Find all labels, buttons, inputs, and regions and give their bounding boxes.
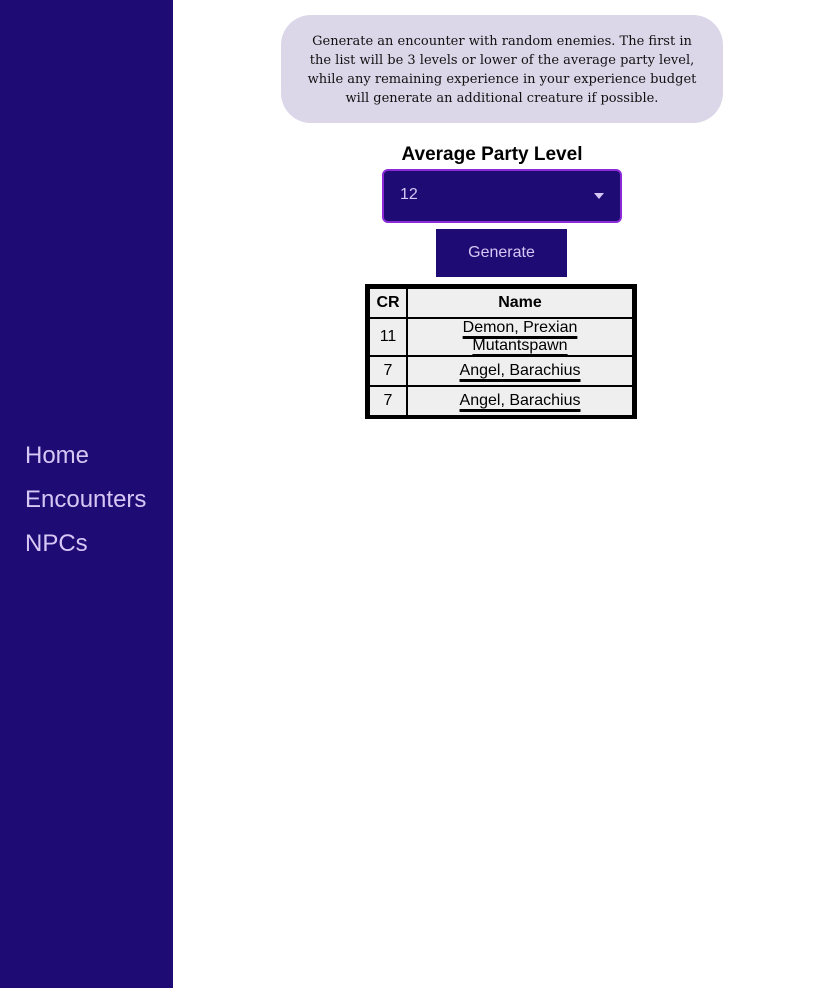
main-content: Generate an encounter with random enemie… — [173, 0, 829, 988]
party-level-value: 12 — [400, 186, 418, 203]
party-level-select[interactable]: 12 — [382, 169, 622, 223]
name-cell: Demon, Prexian Mutantspawn — [406, 317, 634, 357]
creature-link[interactable]: Demon, Prexian Mutantspawn — [463, 319, 578, 354]
column-header-name: Name — [406, 287, 634, 319]
party-level-label: Average Party Level — [401, 144, 583, 165]
table-header-row: CR Name — [368, 287, 634, 319]
creature-link[interactable]: Angel, Barachius — [460, 362, 581, 379]
name-cell: Angel, Barachius — [406, 355, 634, 387]
encounter-table: CR Name 11 Demon, Prexian Mutantspawn 7 … — [368, 287, 634, 417]
creature-link[interactable]: Angel, Barachius — [460, 392, 581, 409]
sidebar-item-npcs[interactable]: NPCs — [25, 522, 146, 566]
table-row: 11 Demon, Prexian Mutantspawn — [368, 317, 634, 357]
generate-button[interactable]: Generate — [436, 229, 567, 277]
table-row: 7 Angel, Barachius — [368, 355, 634, 387]
cr-cell: 11 — [368, 317, 408, 357]
cr-cell: 7 — [368, 355, 408, 387]
sidebar: Home Encounters NPCs — [0, 0, 173, 988]
table-row: 7 Angel, Barachius — [368, 385, 634, 417]
party-level-label-row: Average Party Level — [173, 144, 829, 166]
encounter-table-frame: CR Name 11 Demon, Prexian Mutantspawn 7 … — [365, 284, 637, 419]
sidebar-nav: Home Encounters NPCs — [25, 434, 146, 566]
name-cell: Angel, Barachius — [406, 385, 634, 417]
column-header-cr: CR — [368, 287, 408, 319]
cr-cell: 7 — [368, 385, 408, 417]
dropdown-arrow-icon — [594, 193, 604, 199]
sidebar-item-home[interactable]: Home — [25, 434, 146, 478]
encounter-description: Generate an encounter with random enemie… — [281, 15, 723, 123]
sidebar-item-encounters[interactable]: Encounters — [25, 478, 146, 522]
